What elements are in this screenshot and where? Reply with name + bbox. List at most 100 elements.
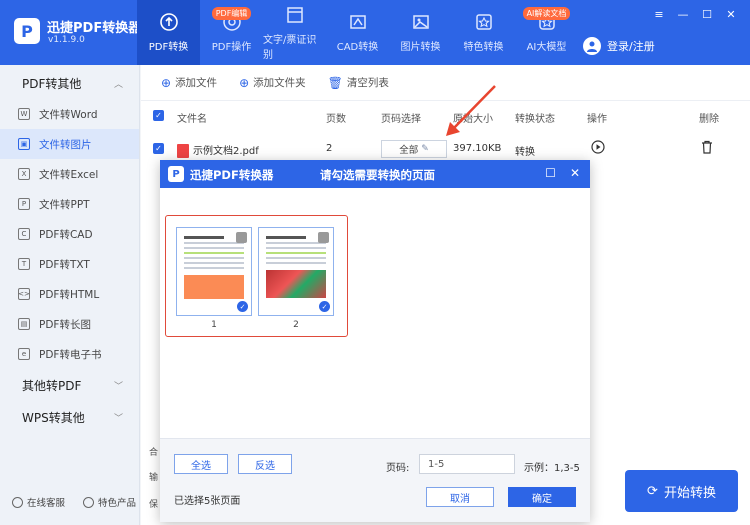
col-page-select: 页码选择 [381, 114, 421, 125]
thumb-line [184, 262, 244, 264]
thumb-chart [184, 275, 244, 299]
thumb-line [266, 252, 326, 254]
sidebar-item-label: 文件转PPT [39, 198, 90, 211]
maximize-icon[interactable]: ☐ [545, 166, 556, 180]
thumb-line [266, 242, 326, 244]
sidebar-item-label: PDF转TXT [39, 258, 90, 271]
play-icon[interactable] [591, 140, 605, 157]
col-name: 文件名 [177, 114, 207, 125]
dialog-header: P 迅捷PDF转换器 请勾选需要转换的页面 ☐ ✕ [160, 160, 590, 188]
sidebar-item-label: 文件转Word [39, 108, 98, 121]
sidebar-item-html[interactable]: <> PDF转HTML [0, 279, 139, 309]
excel-icon: X [18, 168, 30, 180]
ppt-icon: P [18, 198, 30, 210]
nav-feature[interactable]: 特色转换 [452, 0, 515, 65]
page-range-input[interactable] [419, 454, 515, 474]
minimize-icon[interactable]: — [676, 8, 690, 21]
ocr-icon [286, 6, 303, 23]
sidebar-item-ebook[interactable]: e PDF转电子书 [0, 339, 139, 369]
plus-icon: ⊕ [239, 75, 250, 90]
thumb-line [266, 262, 326, 264]
start-convert-button[interactable]: ⟳ 开始转换 [625, 470, 738, 512]
clear-list-button[interactable]: 🗑 清空列表 [328, 75, 389, 90]
sidebar-item-cad[interactable]: C PDF转CAD [0, 219, 139, 249]
page-select-dialog: P 迅捷PDF转换器 请勾选需要转换的页面 ☐ ✕ ✓ 1 ✓ 2 全选 反选 … [160, 160, 590, 522]
sidebar-item-label: 文件转Excel [39, 168, 99, 181]
file-name-text: 示例文档2.pdf [193, 146, 259, 157]
add-folder-button[interactable]: ⊕ 添加文件夹 [239, 75, 306, 90]
zoom-icon[interactable] [236, 232, 247, 243]
page-thumbnail-1[interactable]: ✓ [176, 227, 252, 316]
select-all-checkbox[interactable]: ✓ [153, 110, 164, 121]
online-service-link[interactable]: 在线客服 [12, 495, 65, 509]
sidebar-item-image[interactable]: ▣ 文件转图片 [0, 129, 139, 159]
nav-label: CAD转换 [336, 42, 379, 53]
trash-icon: 🗑 [327, 75, 343, 90]
zoom-icon[interactable] [318, 232, 329, 243]
option-peek-1: 合 [149, 448, 159, 458]
chevron-down-icon: ﹀ [113, 413, 123, 424]
thumb-line [184, 242, 244, 244]
add-file-button[interactable]: ⊕ 添加文件 [161, 75, 217, 90]
nav-image[interactable]: 图片转换 [389, 0, 452, 65]
app-logo: P [14, 18, 40, 44]
nav-ai[interactable]: AI解读文档 AI大模型 [515, 0, 578, 65]
check-icon[interactable]: ✓ [237, 301, 248, 312]
check-icon[interactable]: ✓ [319, 301, 330, 312]
group-label: WPS转其他 [22, 410, 85, 425]
page-thumbnail-2[interactable]: ✓ [258, 227, 334, 316]
close-icon[interactable]: ✕ [724, 8, 738, 21]
sidebar-group-other-to-pdf[interactable]: 其他转PDF ﹀ [0, 369, 139, 401]
cancel-button[interactable]: 取消 [426, 487, 494, 507]
headset-icon [12, 496, 23, 508]
select-all-button[interactable]: 全选 [174, 454, 228, 474]
col-delete: 删除 [699, 114, 719, 125]
sidebar-item-label: PDF转长图 [39, 318, 91, 331]
star-icon [475, 14, 492, 30]
convert-icon [159, 13, 178, 31]
menu-icon[interactable]: ≡ [652, 8, 666, 21]
thumb-line [184, 236, 224, 239]
page-select-button[interactable]: 全部 ✎ [381, 140, 447, 158]
nav-cad[interactable]: CAD转换 [326, 0, 389, 65]
page-range-label: 页码: [386, 463, 410, 474]
ai-badge: AI解读文档 [522, 7, 571, 20]
sidebar-group-wps-to-other[interactable]: WPS转其他 ﹀ [0, 401, 139, 433]
close-icon[interactable]: ✕ [570, 166, 580, 180]
nav-pdf-convert[interactable]: PDF转换 [137, 0, 200, 65]
sidebar-item-word[interactable]: W 文件转Word [0, 99, 139, 129]
sidebar-item-excel[interactable]: X 文件转Excel [0, 159, 139, 189]
edit-icon: ✎ [421, 144, 429, 154]
window-controls: ≡ — ☐ ✕ [652, 8, 738, 21]
sidebar-item-txt[interactable]: T PDF转TXT [0, 249, 139, 279]
thumb-line [266, 247, 326, 249]
page-thumbnails: ✓ 1 ✓ 2 [165, 215, 348, 337]
invert-selection-button[interactable]: 反选 [238, 454, 292, 474]
nav-ocr[interactable]: 文字/票证识别 [263, 0, 326, 65]
nav-pdf-operate[interactable]: PDF编辑 PDF操作 [200, 0, 263, 65]
thumb-line [184, 252, 244, 254]
start-convert-label: 开始转换 [663, 485, 716, 501]
confirm-button[interactable]: 确定 [508, 487, 576, 507]
row-checkbox[interactable]: ✓ [153, 143, 164, 154]
sidebar-item-long-image[interactable]: ▤ PDF转长图 [0, 309, 139, 339]
pdf-edit-badge: PDF编辑 [211, 7, 252, 20]
add-file-label: 添加文件 [175, 77, 218, 89]
login-area[interactable]: 登录/注册 [583, 37, 655, 55]
nav-label: 特色转换 [463, 42, 504, 53]
dialog-window-controls: ☐ ✕ [545, 166, 580, 180]
main-nav: PDF转换 PDF编辑 PDF操作 文字/票证识别 CAD转换 图片转换 特色转… [137, 0, 578, 65]
chevron-down-icon: ﹀ [113, 381, 123, 392]
nav-label: 文字/票证识别 [263, 34, 317, 61]
sidebar-item-label: PDF转电子书 [39, 348, 102, 361]
maximize-icon[interactable]: ☐ [700, 8, 714, 21]
nav-label: PDF转换 [148, 42, 189, 53]
delete-icon[interactable] [701, 140, 713, 157]
group-label: PDF转其他 [22, 76, 82, 91]
file-name: 示例文档2.pdf [177, 142, 259, 158]
login-label: 登录/注册 [607, 40, 655, 53]
sidebar-group-pdf-to-other[interactable]: PDF转其他 ︿ [0, 67, 139, 99]
txt-icon: T [18, 258, 30, 270]
feature-products-link[interactable]: 特色产品 [83, 495, 136, 509]
sidebar-item-ppt[interactable]: P 文件转PPT [0, 189, 139, 219]
